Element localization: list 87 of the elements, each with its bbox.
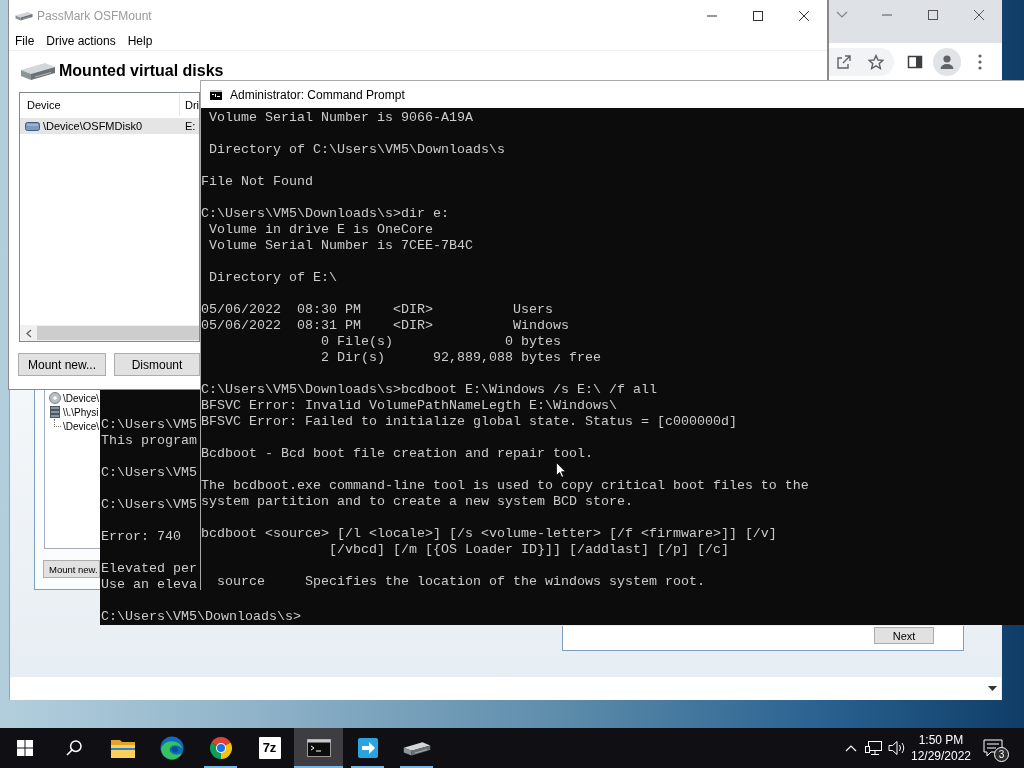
column-header[interactable]: Device bbox=[20, 94, 180, 116]
tree-connector-line bbox=[54, 418, 61, 427]
console-line: Error: 740 bbox=[101, 529, 181, 545]
drive-icon bbox=[15, 10, 33, 22]
console-line: Volume Serial Number is 9066-A19A bbox=[208, 110, 473, 126]
console-line: source Specifies the location of the windows system root. bbox=[216, 574, 705, 590]
section-heading: Mounted virtual disks bbox=[59, 62, 224, 80]
next-button[interactable]: Next bbox=[874, 627, 934, 644]
console-line: Directory of C:\Users\VM5\Downloads\s bbox=[208, 142, 505, 158]
console-line: bcdboot <source> [/l <locale>] [/s <volume-letter> [/f <firmware>]] [/v] bbox=[201, 526, 777, 542]
console-line: C:\Users\VM5\Downloads\s>dir e: bbox=[201, 206, 449, 222]
folder-icon bbox=[110, 738, 135, 758]
terminal-icon bbox=[306, 739, 331, 757]
taskbar-app-button[interactable]: 7z bbox=[245, 728, 294, 768]
console-line: Bcdboot - Bcd boot file creation and repair tool. bbox=[201, 446, 593, 462]
window-title: Administrator: Command Prompt bbox=[230, 87, 405, 102]
taskbar-app-button[interactable] bbox=[294, 728, 343, 768]
console-line: system partition and to create a new system BCD store. bbox=[201, 494, 633, 510]
arrow-tile-icon bbox=[355, 736, 380, 760]
mount-new-button[interactable]: Mount new... bbox=[18, 353, 106, 376]
menu-item[interactable]: Help bbox=[121, 32, 159, 50]
close-icon bbox=[974, 10, 984, 20]
console-line: C:\Users\VM5\Downloads\s>bcdboot E:\Windows /s E:\ /f all bbox=[201, 382, 657, 398]
maximize-icon bbox=[928, 10, 938, 20]
tree-item[interactable]: \Device\ bbox=[63, 392, 100, 404]
notification-badge: 3 bbox=[994, 747, 1009, 762]
more-vertical-icon bbox=[978, 53, 982, 70]
star-icon bbox=[868, 53, 884, 70]
share-icon bbox=[836, 53, 852, 70]
drive-stack-icon bbox=[49, 406, 61, 418]
console-line: 0 File(s) 0 bytes bbox=[319, 334, 561, 350]
dropdown-field[interactable] bbox=[10, 677, 1001, 700]
avatar-icon bbox=[933, 47, 961, 76]
caret-up-icon bbox=[845, 744, 857, 752]
console-line: C:\Users\VM5 bbox=[101, 497, 197, 513]
logo-tile: 7z bbox=[258, 737, 281, 759]
menu-item[interactable]: Drive actions bbox=[40, 32, 122, 50]
tree-item[interactable]: \Device\ bbox=[63, 420, 100, 432]
console-line: Volume in drive E is OneCore bbox=[208, 222, 433, 238]
window-title: PassMark OSFMount bbox=[37, 9, 152, 23]
windows-logo-icon bbox=[16, 740, 33, 756]
drive-icon bbox=[25, 121, 40, 131]
search-icon bbox=[65, 740, 82, 756]
side-panel-icon bbox=[907, 53, 923, 70]
edge-logo-icon bbox=[159, 736, 184, 760]
console-icon bbox=[210, 89, 222, 100]
console-line: File Not Found bbox=[201, 174, 313, 190]
disc-icon bbox=[49, 392, 61, 404]
mouse-pointer-icon bbox=[556, 462, 566, 478]
console-line: Elevated per bbox=[101, 561, 197, 577]
dismount-button[interactable]: Dismount bbox=[114, 353, 200, 376]
chrome-logo-icon bbox=[208, 736, 233, 760]
console-line: This program bbox=[101, 433, 197, 449]
console-line: 2 Dir(s) 92,889,088 bytes free bbox=[319, 350, 601, 366]
network-icon bbox=[865, 740, 883, 756]
chevron-down-icon bbox=[835, 11, 848, 19]
tree-item[interactable]: \\.\Physi bbox=[63, 406, 99, 418]
mount-new-button[interactable]: Mount new. bbox=[43, 560, 100, 578]
console-line: Volume Serial Number is 7CEE-7B4C bbox=[208, 238, 473, 254]
profile-button[interactable] bbox=[933, 47, 961, 76]
chevron-left-icon bbox=[26, 328, 32, 338]
console-line: Use an eleva bbox=[101, 577, 197, 593]
console-line: C:\Users\VM5\Downloads\s> bbox=[101, 609, 301, 625]
table-cell: \Device\OSFMDisk0 bbox=[43, 120, 143, 132]
console-line: Directory of E:\ bbox=[208, 270, 337, 286]
console-line: [/vbcd] [/m [{OS Loader ID}]] [/addlast] [/p] [/c] bbox=[327, 542, 729, 558]
console-line: 05/06/2022 08:30 PM <DIR> Users bbox=[201, 302, 553, 318]
table-row[interactable]: \Device\OSFMDisk0 E: bbox=[20, 118, 199, 134]
scrollbar[interactable] bbox=[20, 325, 199, 341]
address-bar[interactable] bbox=[829, 47, 894, 76]
console-line: The bcdboot.exe command-line tool is used to copy critical boot files to the bbox=[201, 478, 809, 494]
clock-button[interactable]: 1:50 PM 12/29/2022 bbox=[909, 728, 973, 768]
maximize-icon bbox=[753, 11, 763, 21]
console-line: C:\Users\VM5 bbox=[101, 417, 197, 433]
speaker-icon bbox=[888, 740, 906, 756]
scrollbar-thumb[interactable] bbox=[37, 326, 199, 340]
column-header[interactable]: Dri bbox=[184, 94, 199, 116]
caret-down-icon bbox=[988, 686, 997, 691]
menu-item[interactable]: File bbox=[9, 32, 41, 50]
table-cell: E: bbox=[185, 120, 196, 132]
console-line: 05/06/2022 08:31 PM <DIR> Windows bbox=[201, 318, 569, 334]
console-line: C:\Users\VM5 bbox=[101, 465, 197, 481]
console-line: BFSVC Error: Invalid VolumePathNameLegth E:\Windows\ bbox=[201, 398, 617, 414]
notification-button[interactable]: 3 bbox=[973, 728, 1013, 768]
speech-bubble-icon bbox=[983, 739, 1003, 757]
close-icon bbox=[799, 11, 809, 21]
console-line: BFSVC Error: Failed to initialize global state. Status = [c000000d] bbox=[201, 414, 737, 430]
